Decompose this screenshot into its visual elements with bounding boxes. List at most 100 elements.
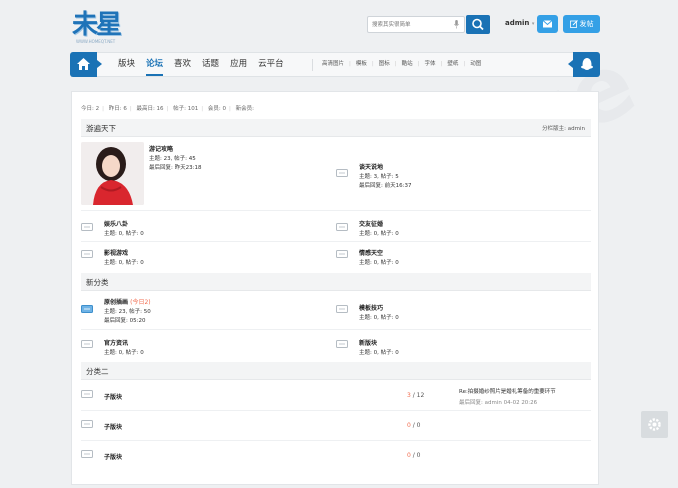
forum-item: 娱乐八卦 主题: 0, 帖子: 0 bbox=[104, 219, 144, 239]
forum-counts: 主题: 0, 帖子: 0 bbox=[359, 231, 399, 237]
forum-image[interactable] bbox=[81, 142, 144, 205]
subforum-total-count: / 12 bbox=[412, 392, 425, 399]
subforum-name[interactable]: 子版块 bbox=[104, 422, 122, 431]
category-title[interactable]: 游遍天下 bbox=[86, 123, 116, 134]
forum-counts: 主题: 3, 帖子: 5 bbox=[359, 174, 399, 180]
subforum-today-count: 0 bbox=[407, 452, 411, 459]
settings-button[interactable] bbox=[641, 411, 668, 438]
nav-divider bbox=[312, 59, 313, 71]
nav-item-blocks[interactable]: 版块 bbox=[118, 53, 135, 76]
site-logo[interactable]: 未星 WWW.HOMEQT.NET bbox=[72, 10, 140, 46]
forum-icon bbox=[336, 305, 348, 313]
forum-name[interactable]: 交友征婚 bbox=[359, 219, 399, 228]
category-moderator: 分栏版主: admin bbox=[542, 126, 585, 132]
qq-button[interactable] bbox=[568, 52, 600, 77]
divider bbox=[81, 210, 591, 211]
category-header: 分类二 bbox=[81, 362, 591, 380]
nav-sub-cool-sites[interactable]: 酷站 bbox=[402, 53, 413, 76]
last-post-title[interactable]: Re:拍摄婚纱照片是婚礼筹备的重要环节 bbox=[459, 389, 556, 395]
subforum-today-count: 3 bbox=[407, 392, 411, 399]
forum-icon bbox=[81, 340, 93, 348]
divider bbox=[81, 329, 591, 330]
forum-icon bbox=[336, 250, 348, 258]
nav-sub-icons[interactable]: 图标 bbox=[379, 53, 390, 76]
forum-icon bbox=[81, 223, 93, 231]
subforum-name[interactable]: 子版块 bbox=[104, 392, 122, 401]
nav-item-topics[interactable]: 话题 bbox=[202, 53, 219, 76]
search-button[interactable] bbox=[466, 15, 490, 34]
today-count-badge: (今日2) bbox=[130, 299, 151, 306]
forum-new-icon bbox=[81, 305, 93, 313]
forum-name[interactable]: 谈天说地 bbox=[359, 162, 411, 171]
category-title[interactable]: 新分类 bbox=[86, 277, 109, 288]
qq-penguin-icon bbox=[581, 58, 593, 70]
forum-last-reply[interactable]: 最后回复: 昨天23:18 bbox=[149, 164, 201, 173]
nav-sub-wallpapers[interactable]: 壁纸 bbox=[447, 53, 458, 76]
nav-sub-templates[interactable]: 模板 bbox=[356, 53, 367, 76]
forum-counts: 主题: 0, 帖子: 0 bbox=[359, 315, 399, 321]
forum-name[interactable]: 官方资讯 bbox=[104, 338, 144, 347]
forum-name[interactable]: 模板技巧 bbox=[359, 303, 399, 312]
user-menu[interactable]: admin ▾ bbox=[505, 19, 534, 27]
post-button[interactable]: 发帖 bbox=[563, 15, 600, 33]
forum-item: 新版块 主题: 0, 帖子: 0 bbox=[359, 338, 399, 358]
subforum-counts: 0 / 0 bbox=[407, 422, 421, 429]
forum-stats: 今日: 2 | 昨日: 6 | 最高日: 16 | 帖子: 101 | 会员: 0 | 新… bbox=[81, 106, 254, 112]
post-button-label: 发帖 bbox=[579, 20, 594, 28]
forum-last-reply[interactable]: 最后回复: 05:20 bbox=[104, 317, 151, 326]
forum-name[interactable]: 原创插画 bbox=[104, 299, 128, 306]
stat-posts: 帖子: 101 bbox=[173, 106, 199, 112]
forum-item: 原创插画 (今日2) 主题: 23, 帖子: 50 最后回复: 05:20 bbox=[104, 297, 151, 325]
forum-icon bbox=[336, 223, 348, 231]
forum-item: 模板技巧 主题: 0, 帖子: 0 bbox=[359, 303, 399, 323]
nav-item-forum[interactable]: 论坛 bbox=[146, 53, 164, 76]
category-header: 新分类 bbox=[81, 273, 591, 291]
subforum-row: 子版块 bbox=[104, 392, 122, 403]
search-box bbox=[367, 16, 465, 33]
subforum-today-count: 0 bbox=[407, 422, 411, 429]
subforum-row: 子版块 bbox=[104, 422, 122, 433]
forum-name[interactable]: 游记攻略 bbox=[149, 144, 201, 153]
category-title[interactable]: 分类二 bbox=[86, 366, 109, 377]
forum-counts: 主题: 0, 帖子: 0 bbox=[359, 260, 399, 266]
chevron-down-icon: ▾ bbox=[531, 21, 535, 27]
forum-photo-girl bbox=[81, 142, 144, 205]
nav-sub-fonts[interactable]: 字体 bbox=[425, 53, 436, 76]
nav-sub-links: 高清图片 | 模板 | 图标 | 酷站 | 字体 | 壁纸 | 动图 bbox=[322, 53, 481, 76]
subforum-name[interactable]: 子版块 bbox=[104, 452, 122, 461]
forum-name[interactable]: 影视游戏 bbox=[104, 248, 144, 257]
forum-icon bbox=[81, 390, 93, 398]
message-button[interactable] bbox=[537, 15, 558, 33]
stat-max: 最高日: 16 bbox=[136, 106, 164, 112]
last-post-meta: 最后回复: admin 04-02 20:26 bbox=[459, 400, 538, 406]
nav-sub-hd-images[interactable]: 高清图片 bbox=[322, 53, 344, 76]
stat-new-member: 新会员: bbox=[235, 106, 254, 112]
forum-item: 影视游戏 主题: 0, 帖子: 0 bbox=[104, 248, 144, 268]
forum-counts: 主题: 23, 帖子: 50 bbox=[104, 309, 151, 315]
subforum-total-count: / 0 bbox=[412, 452, 421, 459]
forum-icon bbox=[81, 420, 93, 428]
forum-item: 官方资讯 主题: 0, 帖子: 0 bbox=[104, 338, 144, 358]
forum-icon bbox=[81, 450, 93, 458]
category-header: 游遍天下 分栏版主: admin bbox=[81, 119, 591, 137]
nav-sub-gifs[interactable]: 动图 bbox=[470, 53, 481, 76]
microphone-icon[interactable] bbox=[454, 20, 459, 29]
logo-mark: 未星 bbox=[72, 9, 122, 39]
forum-name[interactable]: 新版块 bbox=[359, 338, 399, 347]
search-input[interactable] bbox=[368, 17, 452, 32]
nav-main-links: 版块 论坛 喜欢 话题 应用 云平台 bbox=[118, 53, 295, 76]
forum-item: 游记攻略 主题: 23, 帖子: 45 最后回复: 昨天23:18 bbox=[149, 144, 201, 172]
nav-item-cloud[interactable]: 云平台 bbox=[258, 53, 284, 76]
forum-name[interactable]: 娱乐八卦 bbox=[104, 219, 144, 228]
main-nav: 版块 论坛 喜欢 话题 应用 云平台 高清图片 | 模板 | 图标 | 酷站 | 字体 |… bbox=[70, 52, 600, 77]
subforum-last-post: Re:拍摄婚纱照片是婚礼筹备的重要环节 最后回复: admin 04-02 20… bbox=[459, 387, 556, 406]
divider bbox=[81, 410, 591, 411]
home-button[interactable] bbox=[70, 52, 102, 77]
stat-yesterday: 昨日: 6 bbox=[108, 106, 127, 112]
forum-icon bbox=[81, 250, 93, 258]
forum-last-reply[interactable]: 最后回复: 前天16:37 bbox=[359, 182, 411, 191]
nav-item-apps[interactable]: 应用 bbox=[230, 53, 247, 76]
nav-item-likes[interactable]: 喜欢 bbox=[174, 53, 191, 76]
forum-item: 情感天空 主题: 0, 帖子: 0 bbox=[359, 248, 399, 268]
forum-name[interactable]: 情感天空 bbox=[359, 248, 399, 257]
